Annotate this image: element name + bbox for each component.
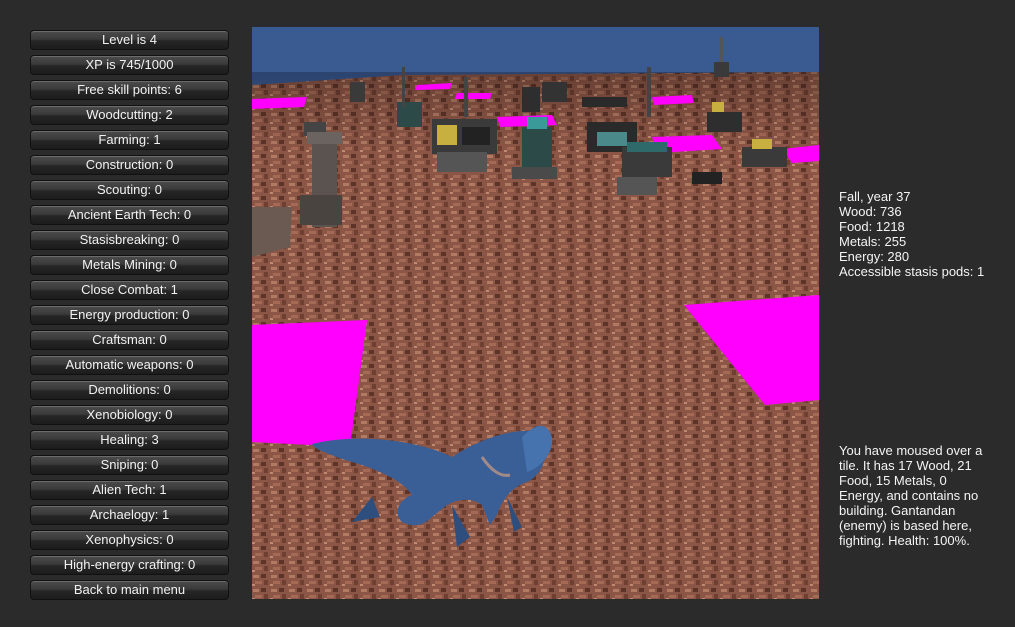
skill-archaelogy-button[interactable]: Archaelogy: 1 xyxy=(30,505,229,525)
skill-xenophysics-button[interactable]: Xenophysics: 0 xyxy=(30,530,229,550)
level-button[interactable]: Level is 4 xyxy=(30,30,229,50)
skill-craftsman-button[interactable]: Craftsman: 0 xyxy=(30,330,229,350)
skill-farming-button[interactable]: Farming: 1 xyxy=(30,130,229,150)
tile-info-text: You have moused over a tile. It has 17 W… xyxy=(839,443,983,548)
skill-high-energy-crafting-button[interactable]: High-energy crafting: 0 xyxy=(30,555,229,575)
metals-count: Metals: 255 xyxy=(839,234,907,249)
skill-stasisbreaking-button[interactable]: Stasisbreaking: 0 xyxy=(30,230,229,250)
skill-energy-production-button[interactable]: Energy production: 0 xyxy=(30,305,229,325)
skill-xenobiology-button[interactable]: Xenobiology: 0 xyxy=(30,405,229,425)
wood-count: Wood: 736 xyxy=(839,204,902,219)
highlight-tile xyxy=(252,320,367,447)
skill-healing-button[interactable]: Healing: 3 xyxy=(30,430,229,450)
skill-automatic-weapons-button[interactable]: Automatic weapons: 0 xyxy=(30,355,229,375)
skill-scouting-button[interactable]: Scouting: 0 xyxy=(30,180,229,200)
skill-demolitions-button[interactable]: Demolitions: 0 xyxy=(30,380,229,400)
resource-summary: Fall, year 37 Wood: 736 Food: 1218 Metal… xyxy=(839,189,1009,279)
skill-alien-tech-button[interactable]: Alien Tech: 1 xyxy=(30,480,229,500)
xp-button[interactable]: XP is 745/1000 xyxy=(30,55,229,75)
food-count: Food: 1218 xyxy=(839,219,905,234)
skill-close-combat-button[interactable]: Close Combat: 1 xyxy=(30,280,229,300)
game-viewport[interactable] xyxy=(252,27,819,599)
season-label: Fall, year 37 xyxy=(839,189,911,204)
energy-count: Energy: 280 xyxy=(839,249,910,264)
back-to-main-menu-button[interactable]: Back to main menu xyxy=(30,580,229,600)
free-skill-points-button[interactable]: Free skill points: 6 xyxy=(30,80,229,100)
skill-ancient-earth-tech-button[interactable]: Ancient Earth Tech: 0 xyxy=(30,205,229,225)
skill-woodcutting-button[interactable]: Woodcutting: 2 xyxy=(30,105,229,125)
skill-sniping-button[interactable]: Sniping: 0 xyxy=(30,455,229,475)
skill-metals-mining-button[interactable]: Metals Mining: 0 xyxy=(30,255,229,275)
skill-panel: Level is 4 XP is 745/1000 Free skill poi… xyxy=(30,30,229,605)
stasis-pods-count: Accessible stasis pods: 1 xyxy=(839,264,985,279)
highlight-tile xyxy=(455,93,492,99)
highlight-tile xyxy=(252,97,307,109)
skill-construction-button[interactable]: Construction: 0 xyxy=(30,155,229,175)
